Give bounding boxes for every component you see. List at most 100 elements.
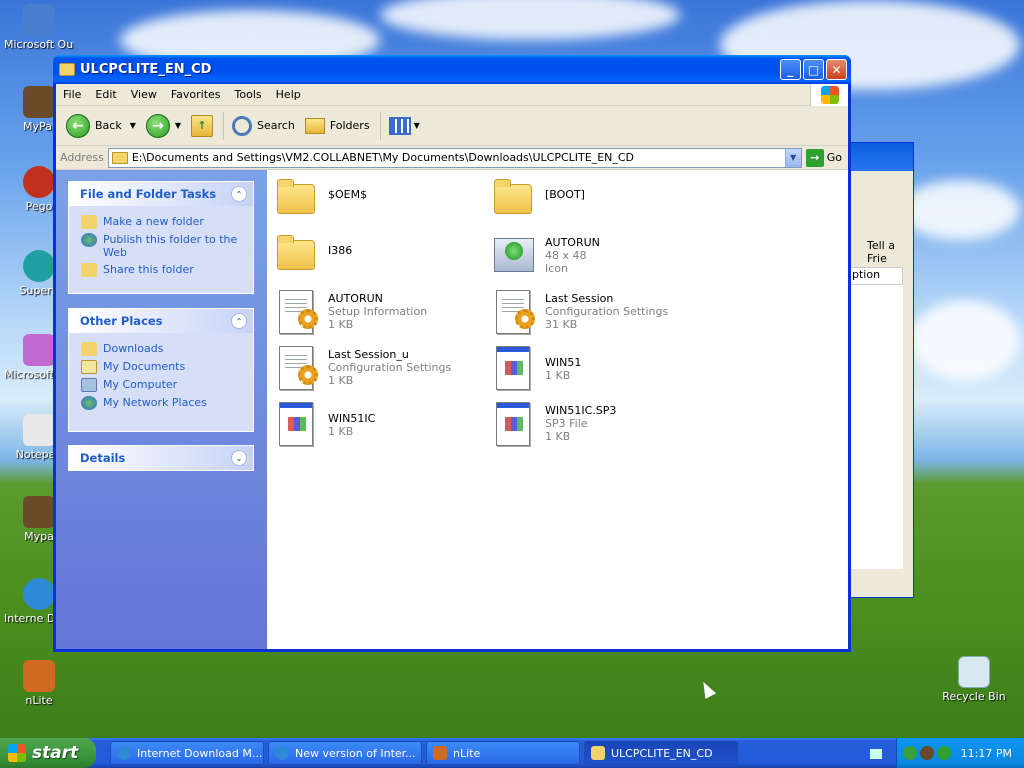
collapse-chevron-icon[interactable]: ⌃ <box>231 186 247 202</box>
nlite-icon <box>23 660 55 692</box>
cloud <box>910 300 1020 380</box>
taskbar-item-nlite[interactable]: nLite <box>426 741 580 765</box>
cloud <box>900 180 1020 240</box>
address-label: Address <box>60 151 104 164</box>
file-item[interactable]: AUTORUN Setup Information 1 KB <box>273 288 483 336</box>
mypal-tray-icon[interactable] <box>919 746 934 760</box>
folder-icon <box>273 176 321 224</box>
start-button[interactable]: start <box>0 738 96 768</box>
menu-view[interactable]: View <box>124 88 164 101</box>
config-settings-icon <box>490 288 538 336</box>
details-header[interactable]: Details ⌄ <box>69 446 253 470</box>
views-button[interactable]: ▼ <box>385 115 424 137</box>
file-item[interactable]: [BOOT] <box>490 176 700 224</box>
menu-favorites[interactable]: Favorites <box>164 88 228 101</box>
taskbar-item-new-version[interactable]: New version of Inter... <box>268 741 422 765</box>
folder-icon <box>81 342 97 356</box>
config-settings-icon <box>273 344 321 392</box>
desktop-icon-outlook[interactable]: Microsoft Outlo <box>4 4 74 51</box>
desktop-icon-nlite[interactable]: nLite <box>4 660 74 707</box>
folders-icon <box>304 117 325 134</box>
file-folder-tasks-header[interactable]: File and Folder Tasks ⌃ <box>69 182 253 206</box>
search-icon <box>232 115 253 136</box>
background-window-list <box>849 285 903 569</box>
windows-logo-icon <box>810 83 848 106</box>
generic-file-icon <box>490 400 538 448</box>
pego-icon <box>23 166 55 198</box>
share-folder-icon <box>81 263 97 277</box>
maximize-button[interactable]: □ <box>803 59 824 80</box>
downloads-link[interactable]: Downloads <box>81 342 243 356</box>
back-button[interactable]: ← Back ▼ <box>62 112 140 140</box>
folder-icon <box>273 232 321 280</box>
file-item[interactable]: AUTORUN 48 x 48 Icon <box>490 232 700 280</box>
file-list: $OEM$ [BOOT] I386 AUTORUN 48 x 48 Icon AUT… <box>267 170 848 649</box>
back-dropdown-icon[interactable]: ▼ <box>130 121 136 130</box>
toolbar-separator <box>223 111 225 140</box>
folder-icon <box>490 176 538 224</box>
address-folder-icon <box>111 151 128 164</box>
collapse-chevron-icon[interactable]: ⌃ <box>231 313 247 329</box>
system-tray: 11:17 PM <box>896 738 1024 768</box>
other-places-header[interactable]: Other Places ⌃ <box>69 309 253 333</box>
publish-folder-link[interactable]: Publish this folder to the Web <box>81 233 243 259</box>
expand-chevron-icon[interactable]: ⌄ <box>231 450 247 466</box>
up-folder-button[interactable]: ↑ <box>187 113 217 139</box>
desktop-icon-recycle-bin[interactable]: Recycle Bin <box>938 656 1010 703</box>
details-panel: Details ⌄ <box>68 445 254 471</box>
address-input[interactable]: E:\Documents and Settings\VM2.COLLABNET\… <box>107 147 802 168</box>
keyboard-icon[interactable] <box>870 749 882 759</box>
studio-icon <box>23 334 55 366</box>
address-bar: Address E:\Documents and Settings\VM2.CO… <box>56 146 848 170</box>
autorun-icon <box>490 232 538 280</box>
minimize-button[interactable]: _ <box>780 59 801 80</box>
my-documents-icon <box>81 360 97 374</box>
menu-file[interactable]: File <box>56 88 88 101</box>
menu-tools[interactable]: Tools <box>228 88 269 101</box>
my-documents-link[interactable]: My Documents <box>81 360 243 374</box>
file-item[interactable]: Last Session Configuration Settings 31 KB <box>490 288 700 336</box>
address-dropdown-icon[interactable]: ▼ <box>784 148 801 167</box>
recycle-bin-icon <box>958 656 990 688</box>
background-window-tellafriend[interactable]: Tell a Frie <box>867 239 913 265</box>
file-item[interactable]: $OEM$ <box>273 176 483 224</box>
file-item[interactable]: Last Session_u Configuration Settings 1 KB <box>273 344 483 392</box>
forward-button[interactable]: → ▼ <box>142 112 185 140</box>
file-item[interactable]: I386 <box>273 232 483 280</box>
make-new-folder-link[interactable]: Make a new folder <box>81 215 243 229</box>
share-folder-link[interactable]: Share this folder <box>81 263 243 277</box>
background-window-titlebar[interactable] <box>849 143 913 171</box>
file-folder-tasks-panel: File and Folder Tasks ⌃ Make a new folde… <box>68 181 254 294</box>
window-title: ULCPCLITE_EN_CD <box>80 62 212 77</box>
my-network-places-link[interactable]: My Network Places <box>81 396 243 410</box>
generic-file-icon <box>490 344 538 392</box>
menu-edit[interactable]: Edit <box>88 88 123 101</box>
folders-button[interactable]: Folders <box>301 116 374 136</box>
forward-arrow-icon: → <box>145 113 170 138</box>
menu-help[interactable]: Help <box>269 88 308 101</box>
setup-info-icon <box>273 288 321 336</box>
up-folder-icon: ↑ <box>191 114 214 137</box>
back-arrow-icon: ← <box>66 113 90 138</box>
go-button[interactable]: → Go <box>805 148 842 167</box>
my-computer-link[interactable]: My Computer <box>81 378 243 392</box>
notepad-icon <box>23 414 55 446</box>
internet-download-icon <box>275 746 289 760</box>
explorer-window[interactable]: ULCPCLITE_EN_CD _ □ ✕ File Edit View Fav… <box>53 55 851 652</box>
titlebar[interactable]: ULCPCLITE_EN_CD _ □ ✕ <box>53 55 851 84</box>
globe-icon <box>81 233 97 247</box>
clock: 11:17 PM <box>960 746 1012 760</box>
close-button[interactable]: ✕ <box>826 59 847 80</box>
mypal-icon <box>23 86 55 118</box>
file-item[interactable]: WIN51IC 1 KB <box>273 400 483 448</box>
file-item[interactable]: WIN51 1 KB <box>490 344 700 392</box>
taskbar-item-idm[interactable]: Internet Download M... <box>110 741 264 765</box>
network-tray-icon[interactable] <box>902 746 917 760</box>
menu-bar: File Edit View Favorites Tools Help <box>56 83 848 106</box>
forward-dropdown-icon[interactable]: ▼ <box>175 121 181 130</box>
search-button[interactable]: Search <box>228 114 299 138</box>
idm-tray-icon[interactable] <box>936 746 951 760</box>
taskbar-item-explorer[interactable]: ULCPCLITE_EN_CD <box>584 741 738 765</box>
file-item[interactable]: WIN51IC.SP3 SP3 File 1 KB <box>490 400 700 448</box>
background-window[interactable]: Tell a Frie ption <box>848 142 914 598</box>
